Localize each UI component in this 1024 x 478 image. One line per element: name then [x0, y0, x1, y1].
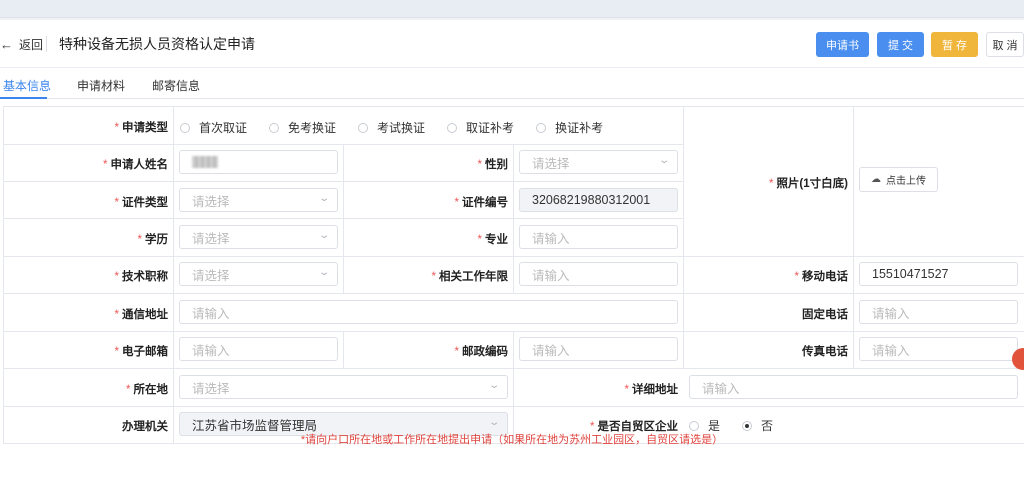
email-label: * 电子邮箱 — [114, 346, 168, 358]
fax-label: 传真电话 — [802, 346, 848, 358]
tab-materials[interactable]: 申请材料 — [77, 77, 125, 94]
mobile-label: * 移动电话 — [794, 271, 848, 283]
radio-circle-icon — [269, 122, 280, 133]
back-button[interactable]: ← 返回 — [0, 34, 43, 54]
redacted-name — [192, 156, 218, 168]
grid-line — [683, 106, 684, 368]
radio-checked-icon — [742, 420, 753, 431]
location-select[interactable]: 请选择 ⌄ — [179, 375, 508, 399]
id-number-input[interactable]: 32068219880312001 — [519, 188, 678, 212]
chevron-down-icon: ⌄ — [317, 230, 330, 241]
radio-label: 换证补考 — [555, 121, 604, 135]
landline-input[interactable]: 请输入 — [859, 300, 1018, 324]
education-label: * 学历 — [137, 234, 168, 246]
work-years-label: * 相关工作年限 — [431, 271, 508, 283]
application-note: *请向户口所在地或工作所在地提出申请（如果所在地为苏州工业园区，自贸区请选是） — [300, 434, 724, 446]
active-tab-indicator — [0, 97, 47, 99]
radio-certification-retake[interactable]: 取证补考 — [447, 119, 514, 136]
back-arrow-icon: ← — [0, 36, 13, 52]
fax-input[interactable]: 请输入 — [859, 337, 1018, 361]
radio-renewal-retake[interactable]: 换证补考 — [536, 119, 603, 136]
chevron-down-icon: ⌄ — [657, 155, 670, 166]
detail-address-input[interactable]: 请输入 — [689, 375, 1018, 399]
radio-circle-icon — [689, 420, 699, 431]
header-divider — [46, 36, 47, 52]
tab-bar: 基本信息 申请材料 邮寄信息 — [0, 68, 1024, 99]
grid-line — [513, 331, 514, 443]
page-header: ← 返回 特种设备无损人员资格认定申请 申请书 提 交 暂 存 取 消 — [0, 20, 1024, 68]
detail-address-label: * 详细地址 — [624, 384, 678, 396]
upload-label: 点击上传 — [886, 176, 926, 187]
major-input[interactable]: 请输入 — [519, 225, 678, 249]
radio-exam-renewal[interactable]: 考试换证 — [358, 119, 425, 136]
work-years-input[interactable]: 请输入 — [519, 262, 678, 286]
radio-first-certification[interactable]: 首次取证 — [180, 119, 247, 136]
back-label: 返回 — [19, 37, 44, 52]
application-page: ← 返回 特种设备无损人员资格认定申请 申请书 提 交 暂 存 取 消 基本信息… — [0, 20, 1024, 478]
save-draft-button[interactable]: 暂 存 — [931, 32, 978, 57]
grid-line — [853, 106, 854, 368]
radio-label: 免考换证 — [288, 121, 337, 135]
radio-exam-free-renewal[interactable]: 免考换证 — [269, 119, 336, 136]
grid-line — [3, 293, 1024, 294]
tab-mailing-info[interactable]: 邮寄信息 — [152, 77, 200, 94]
address-input[interactable]: 请输入 — [179, 300, 678, 324]
applicant-name-input[interactable] — [179, 150, 338, 174]
upload-photo-button[interactable]: ☁ 点击上传 — [859, 167, 938, 192]
radio-label: 取证补考 — [466, 121, 515, 135]
grid-line — [343, 331, 344, 368]
grid-line — [3, 106, 4, 443]
id-number-label: * 证件编号 — [454, 197, 508, 209]
tab-basic-info[interactable]: 基本信息 — [3, 77, 51, 94]
id-type-label: * 证件类型 — [114, 197, 168, 209]
gender-label: * 性别 — [477, 159, 508, 171]
education-select[interactable]: 请选择 ⌄ — [179, 225, 338, 249]
submit-button[interactable]: 提 交 — [877, 32, 924, 57]
location-label: * 所在地 — [126, 384, 168, 396]
apply-type-radio-group: 首次取证 免考换证 考试换证 取证补考 换证补考 — [180, 119, 625, 136]
address-label: * 通信地址 — [114, 309, 168, 321]
postcode-input[interactable]: 请输入 — [519, 337, 678, 361]
grid-line — [513, 144, 514, 293]
apply-document-button[interactable]: 申请书 — [816, 32, 869, 57]
major-label: * 专业 — [477, 234, 508, 246]
postcode-label: * 邮政编码 — [454, 346, 508, 358]
grid-line — [173, 106, 174, 443]
apply-type-label: * 申请类型 — [114, 122, 168, 134]
chevron-down-icon: ⌄ — [487, 380, 500, 391]
radio-label: 考试换证 — [377, 121, 426, 135]
applicant-name-label: * 申请人姓名 — [103, 159, 168, 171]
gender-select[interactable]: 请选择 ⌄ — [519, 150, 678, 174]
tech-title-select[interactable]: 请选择 ⌄ — [179, 262, 338, 286]
radio-circle-icon — [180, 122, 190, 133]
browser-top-strip — [0, 0, 1024, 18]
landline-label: 固定电话 — [802, 309, 848, 321]
chevron-down-icon: ⌄ — [317, 267, 330, 278]
cancel-button[interactable]: 取 消 — [986, 32, 1024, 57]
radio-circle-icon — [358, 122, 369, 133]
page-title: 特种设备无损人员资格认定申请 — [59, 36, 255, 52]
tech-title-label: * 技术职称 — [114, 271, 168, 283]
photo-label: * 照片(1寸白底) — [768, 178, 848, 190]
id-type-select[interactable]: 请选择 ⌄ — [179, 188, 338, 212]
mobile-input[interactable]: 15510471527 — [859, 262, 1018, 286]
cloud-upload-icon: ☁ — [871, 174, 881, 185]
chevron-down-icon: ⌄ — [317, 193, 330, 204]
radio-circle-icon — [447, 122, 458, 133]
radio-label: 首次取证 — [199, 121, 248, 135]
grid-line — [3, 106, 1024, 107]
email-input[interactable]: 请输入 — [179, 337, 338, 361]
chevron-down-icon: ⌄ — [487, 417, 500, 428]
grid-line — [343, 144, 344, 293]
radio-circle-icon — [536, 122, 547, 133]
